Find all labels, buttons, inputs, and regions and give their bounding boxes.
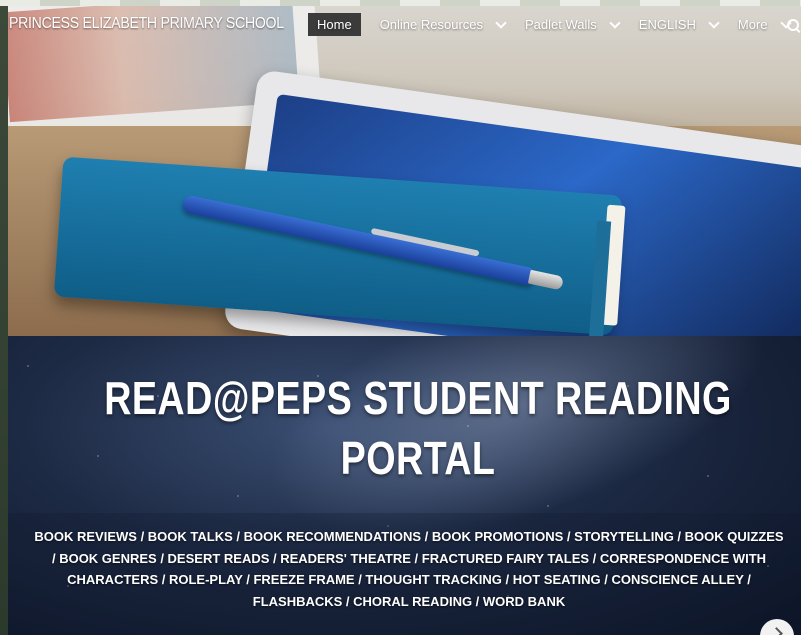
chevron-down-icon (495, 17, 507, 29)
nav-item-label: Padlet Walls (525, 17, 597, 32)
top-navigation: PRINCESS ELIZABETH PRIMARY SCHOOL Home O… (8, 6, 801, 42)
topics-list: BOOK REVIEWS / BOOK TALKS / BOOK RECOMME… (34, 529, 784, 609)
chevron-down-icon (609, 17, 621, 29)
nav-item-padlet-walls[interactable]: Padlet Walls (516, 13, 628, 36)
site-title[interactable]: PRINCESS ELIZABETH PRIMARY SCHOOL (9, 15, 284, 33)
nav-item-label: More (737, 17, 768, 32)
page: PRINCESS ELIZABETH PRIMARY SCHOOL Home O… (8, 6, 801, 635)
banner-title-line2: PORTAL (340, 432, 496, 484)
nav-item-online-resources[interactable]: Online Resources (371, 13, 514, 36)
nav-menu: Home Online Resources Padlet Walls ENGLI… (308, 13, 801, 36)
nav-item-label: ENGLISH (638, 17, 696, 32)
nav-item-label: Online Resources (379, 17, 484, 32)
nav-item-label: Home (317, 17, 352, 32)
banner-title: READ@PEPS STUDENT READING PORTAL (82, 368, 754, 488)
nav-item-home[interactable]: Home (308, 13, 361, 36)
banner-title-line1: READ@PEPS STUDENT READING (104, 372, 732, 424)
nav-item-english[interactable]: ENGLISH (630, 13, 727, 36)
search-icon[interactable] (787, 19, 799, 31)
reading-portal-banner: READ@PEPS STUDENT READING PORTAL BOOK RE… (8, 336, 801, 635)
chevron-down-icon (708, 17, 720, 29)
hero-image (8, 6, 801, 336)
left-edge-strip (0, 0, 8, 635)
